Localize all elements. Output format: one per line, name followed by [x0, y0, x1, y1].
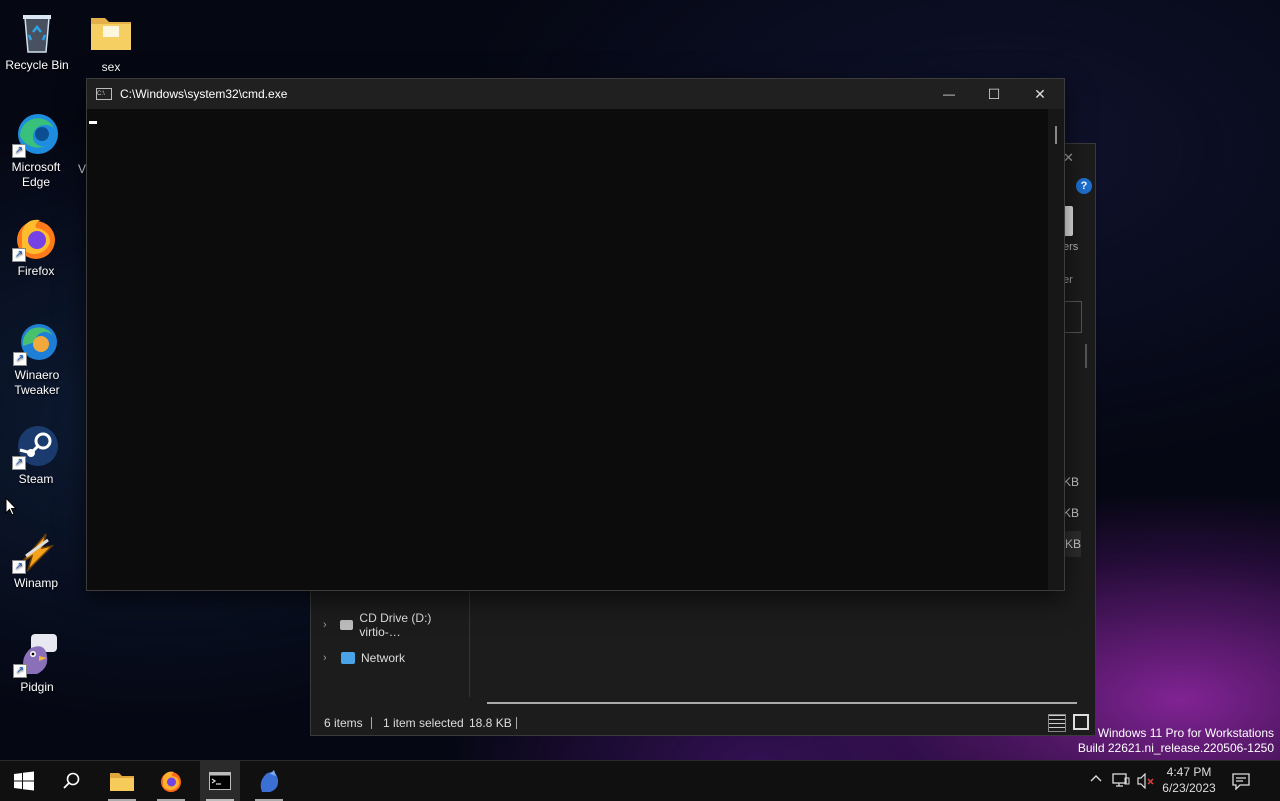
taskbar-firefox[interactable]	[151, 761, 191, 801]
shortcut-arrow-icon: ↗	[13, 352, 27, 366]
taskbar: 4:47 PM 6/23/2023	[0, 760, 1280, 801]
shortcut-arrow-icon: ↗	[12, 248, 26, 262]
network-wired-icon	[1112, 773, 1130, 787]
firefox-icon	[161, 771, 181, 792]
search-icon	[63, 772, 80, 789]
desktop-icon-label: Recycle Bin	[5, 58, 69, 72]
file-size: KB	[1062, 475, 1079, 489]
nav-item-cd-drive[interactable]: › CD Drive (D:) virtio-…	[323, 611, 469, 639]
desktop-icon-edge[interactable]: ↗ Microsoft Edge	[0, 110, 72, 190]
winaero-icon: ↗	[13, 318, 61, 366]
desktop-icon-label: Pidgin	[20, 680, 54, 694]
desktop-icon-label: Winaero Tweaker	[14, 368, 60, 397]
status-size: 18.8 KB	[469, 716, 512, 730]
clock-time: 4:47 PM	[1166, 765, 1212, 779]
status-divider	[516, 717, 517, 729]
cd-drive-icon	[340, 620, 354, 630]
horizontal-scrollbar[interactable]	[487, 702, 1077, 704]
minimize-button[interactable]: —	[926, 79, 972, 109]
desktop-icon-steam[interactable]: ↗ Steam	[0, 422, 72, 487]
notification-icon	[1232, 773, 1250, 791]
status-bar: 6 items 1 item selected 18.8 KB	[311, 711, 1095, 735]
recycle-bin-icon	[13, 8, 61, 56]
text-cursor	[89, 121, 97, 124]
chevron-up-icon	[1090, 775, 1102, 782]
desktop-icon-recycle-bin[interactable]: Recycle Bin	[1, 8, 73, 73]
firefox-icon: ↗	[12, 214, 60, 262]
cmd-icon: C:\	[96, 88, 112, 100]
watermark-edition: Windows 11 Pro for Workstations	[1097, 726, 1274, 740]
cmd-icon	[209, 772, 231, 790]
status-item-count: 6 items	[324, 716, 363, 730]
mouse-pointer-icon	[5, 497, 17, 516]
chevron-right-icon[interactable]: ›	[323, 652, 335, 664]
desktop-icon-label: Firefox	[17, 264, 55, 278]
maximize-button[interactable]: ☐	[971, 79, 1017, 109]
taskbar-file-explorer[interactable]	[102, 761, 142, 801]
scrollbar-thumb[interactable]	[1055, 126, 1057, 144]
search-box-fragment[interactable]	[1063, 301, 1082, 333]
desktop-icon-label: sex	[101, 60, 121, 74]
close-button[interactable]: ✕	[1017, 79, 1063, 109]
details-view-icon[interactable]	[1048, 714, 1066, 732]
status-divider	[371, 717, 372, 729]
status-selected: 1 item selected	[383, 716, 464, 730]
network-icon	[341, 652, 355, 664]
watermark-build: Build 22621.ni_release.220506-1250	[1077, 741, 1274, 755]
ribbon-label-fragment: ers	[1063, 241, 1079, 253]
chevron-right-icon[interactable]: ›	[323, 619, 334, 631]
desktop-icon-label: Microsoft Edge	[11, 160, 61, 189]
notifications-button[interactable]	[1232, 772, 1250, 793]
console-area[interactable]	[87, 109, 1048, 590]
explorer-scrollbar[interactable]	[1085, 344, 1087, 368]
file-size: KB	[1062, 506, 1079, 520]
clock[interactable]: 4:47 PM 6/23/2023	[1160, 764, 1218, 796]
start-button[interactable]	[4, 761, 44, 801]
winamp-icon: ↗	[12, 526, 60, 574]
start-icon	[14, 771, 34, 791]
shortcut-arrow-icon: ↗	[12, 144, 26, 158]
clock-date: 6/23/2023	[1162, 781, 1216, 795]
taskbar-pidgin[interactable]	[249, 761, 289, 801]
nav-item-network[interactable]: › Network	[323, 651, 405, 665]
desktop-icon-folder[interactable]: sex	[75, 10, 147, 75]
volume-button[interactable]	[1136, 772, 1156, 792]
pidgin-icon: ↗	[13, 630, 61, 678]
desktop-icon-winaero[interactable]: ↗ Winaero Tweaker	[1, 318, 73, 398]
desktop-icon-winamp[interactable]: ↗ Winamp	[0, 526, 72, 591]
desktop-icon-label: Steam	[18, 472, 54, 486]
nav-item-label: CD Drive (D:) virtio-…	[359, 611, 432, 639]
shortcut-arrow-icon: ↗	[13, 664, 27, 678]
desktop-icon-pidgin[interactable]: ↗ Pidgin	[1, 630, 73, 695]
shortcut-arrow-icon: ↗	[12, 560, 26, 574]
search-button[interactable]	[52, 761, 92, 801]
navigation-pane[interactable]: › CD Drive (D:) virtio-… › Network	[311, 584, 470, 697]
show-hidden-icons-button[interactable]	[1089, 772, 1103, 786]
window-title: C:\Windows\system32\cmd.exe	[120, 87, 288, 101]
vertical-scrollbar[interactable]	[1048, 109, 1064, 590]
network-status-button[interactable]	[1112, 773, 1130, 792]
desktop-icon-firefox[interactable]: ↗ Firefox	[0, 214, 72, 279]
nav-item-label: Network	[361, 651, 406, 665]
partial-desktop-label: V	[78, 162, 87, 176]
steam-icon: ↗	[12, 422, 60, 470]
file-explorer-icon	[110, 773, 134, 791]
shortcut-arrow-icon: ↗	[12, 456, 26, 470]
pidgin-icon	[260, 770, 279, 792]
help-icon[interactable]: ?	[1076, 178, 1092, 194]
edge-icon: ↗	[12, 110, 60, 158]
folder-icon	[87, 10, 135, 58]
taskbar-cmd[interactable]	[200, 761, 240, 801]
desktop-icon-label: Winamp	[13, 576, 58, 590]
cmd-window[interactable]: C:\ C:\Windows\system32\cmd.exe — ☐ ✕	[86, 78, 1065, 591]
volume-muted-icon	[1137, 772, 1154, 790]
cmd-titlebar[interactable]: C:\ C:\Windows\system32\cmd.exe — ☐ ✕	[87, 79, 1064, 109]
activation-watermark: Windows 11 Pro for Workstations Build 22…	[1078, 726, 1274, 756]
